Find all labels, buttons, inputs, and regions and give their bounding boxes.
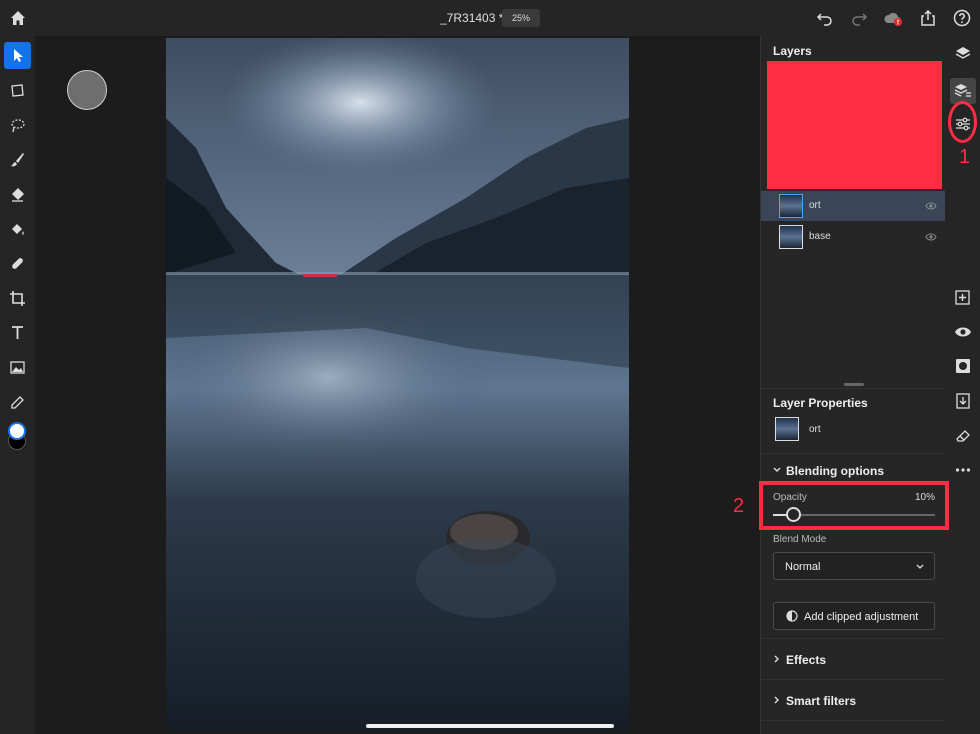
effects-header[interactable]: Effects: [786, 653, 826, 667]
document-image[interactable]: [166, 38, 629, 731]
brush-icon: [11, 153, 24, 167]
properties-layer-name: ort: [809, 424, 821, 435]
blend-mode-dropdown[interactable]: Normal: [773, 552, 935, 580]
blend-mode-value: Normal: [785, 561, 821, 573]
add-clipped-adjustment-button[interactable]: Add clipped adjustment: [773, 602, 935, 630]
redacted-area: [767, 61, 942, 189]
blend-mode-label: Blend Mode: [773, 534, 827, 545]
layers-title: Layers: [773, 44, 812, 58]
layer-name: ort: [809, 200, 821, 211]
clear-layer-icon[interactable]: [953, 426, 973, 446]
arrow-icon: [14, 49, 23, 62]
fill-tool[interactable]: [4, 216, 31, 243]
home-icon[interactable]: [8, 8, 28, 28]
chevron-right-icon[interactable]: [773, 655, 781, 663]
lasso-tool[interactable]: [4, 112, 31, 139]
layer-name: base: [809, 231, 831, 242]
color-swatches[interactable]: [6, 422, 30, 452]
top-bar: _7R31403 * 25%: [0, 0, 980, 36]
text-icon: [12, 326, 23, 339]
brush-tool[interactable]: [4, 146, 31, 173]
adjustment-icon: [786, 610, 798, 622]
undo-icon[interactable]: [815, 8, 835, 28]
document-title: _7R31403 *: [440, 11, 504, 25]
help-icon[interactable]: [952, 8, 972, 28]
divider: [761, 453, 945, 454]
divider: [761, 638, 945, 639]
mask-icon[interactable]: [953, 356, 973, 376]
layer-thumbnail: [779, 225, 803, 249]
paint-bucket-icon: [12, 224, 24, 235]
more-options-icon[interactable]: [953, 460, 973, 480]
zoom-level[interactable]: 25%: [502, 9, 540, 27]
left-toolbar: [0, 36, 35, 734]
chevron-right-icon[interactable]: [773, 696, 781, 704]
chevron-down-icon: [916, 564, 924, 569]
layers-icon[interactable]: [953, 44, 973, 64]
properties-layer-thumbnail: [775, 417, 799, 441]
panel-resize-handle[interactable]: [844, 383, 864, 386]
merge-down-icon[interactable]: [953, 391, 973, 411]
visibility-eye-icon[interactable]: [925, 232, 937, 242]
eraser-icon: [12, 188, 24, 202]
layers-and-properties-panel: Layers ort base Layer Properties ort Ble…: [760, 36, 945, 734]
eyedropper-icon: [11, 396, 24, 409]
divider: [761, 388, 945, 389]
transform-tool[interactable]: [4, 77, 31, 104]
type-tool[interactable]: [4, 319, 31, 346]
visibility-eye-icon[interactable]: [925, 201, 937, 211]
select-tool[interactable]: [4, 42, 31, 69]
crop-icon: [10, 291, 25, 306]
annotation-highlight-1: [948, 101, 977, 143]
place-image-tool[interactable]: [4, 354, 31, 381]
smart-filters-header[interactable]: Smart filters: [786, 694, 856, 708]
brush-size-preview: [67, 70, 107, 110]
eraser-tool[interactable]: [4, 181, 31, 208]
foreground-color-swatch[interactable]: [8, 422, 26, 440]
divider: [761, 679, 945, 680]
cloud-status-icon[interactable]: [883, 8, 903, 28]
annotation-highlight-2: [759, 481, 949, 530]
annotation-number-1: 1: [959, 146, 971, 168]
divider: [761, 720, 945, 721]
healing-tool[interactable]: [4, 250, 31, 277]
transform-icon: [11, 84, 24, 97]
blending-options-header[interactable]: Blending options: [786, 464, 884, 478]
share-icon[interactable]: [918, 8, 938, 28]
eyedropper-tool[interactable]: [4, 389, 31, 416]
lasso-icon: [11, 119, 25, 133]
crop-tool[interactable]: [4, 285, 31, 312]
layer-details-icon[interactable]: [953, 81, 973, 101]
add-layer-icon[interactable]: [953, 288, 973, 308]
visibility-eye-icon[interactable]: [953, 322, 973, 342]
redo-icon[interactable]: [849, 8, 869, 28]
annotation-number-2: 2: [733, 495, 745, 517]
image-icon: [10, 361, 25, 374]
layer-row-ort[interactable]: ort: [761, 191, 945, 221]
layer-row-base[interactable]: base: [761, 222, 945, 252]
home-indicator: [366, 724, 614, 728]
add-clipped-adjustment-label: Add clipped adjustment: [804, 611, 919, 623]
chevron-down-icon[interactable]: [773, 466, 781, 474]
bandage-icon: [12, 258, 23, 269]
layer-thumbnail: [779, 194, 803, 218]
layer-properties-title: Layer Properties: [773, 396, 868, 410]
